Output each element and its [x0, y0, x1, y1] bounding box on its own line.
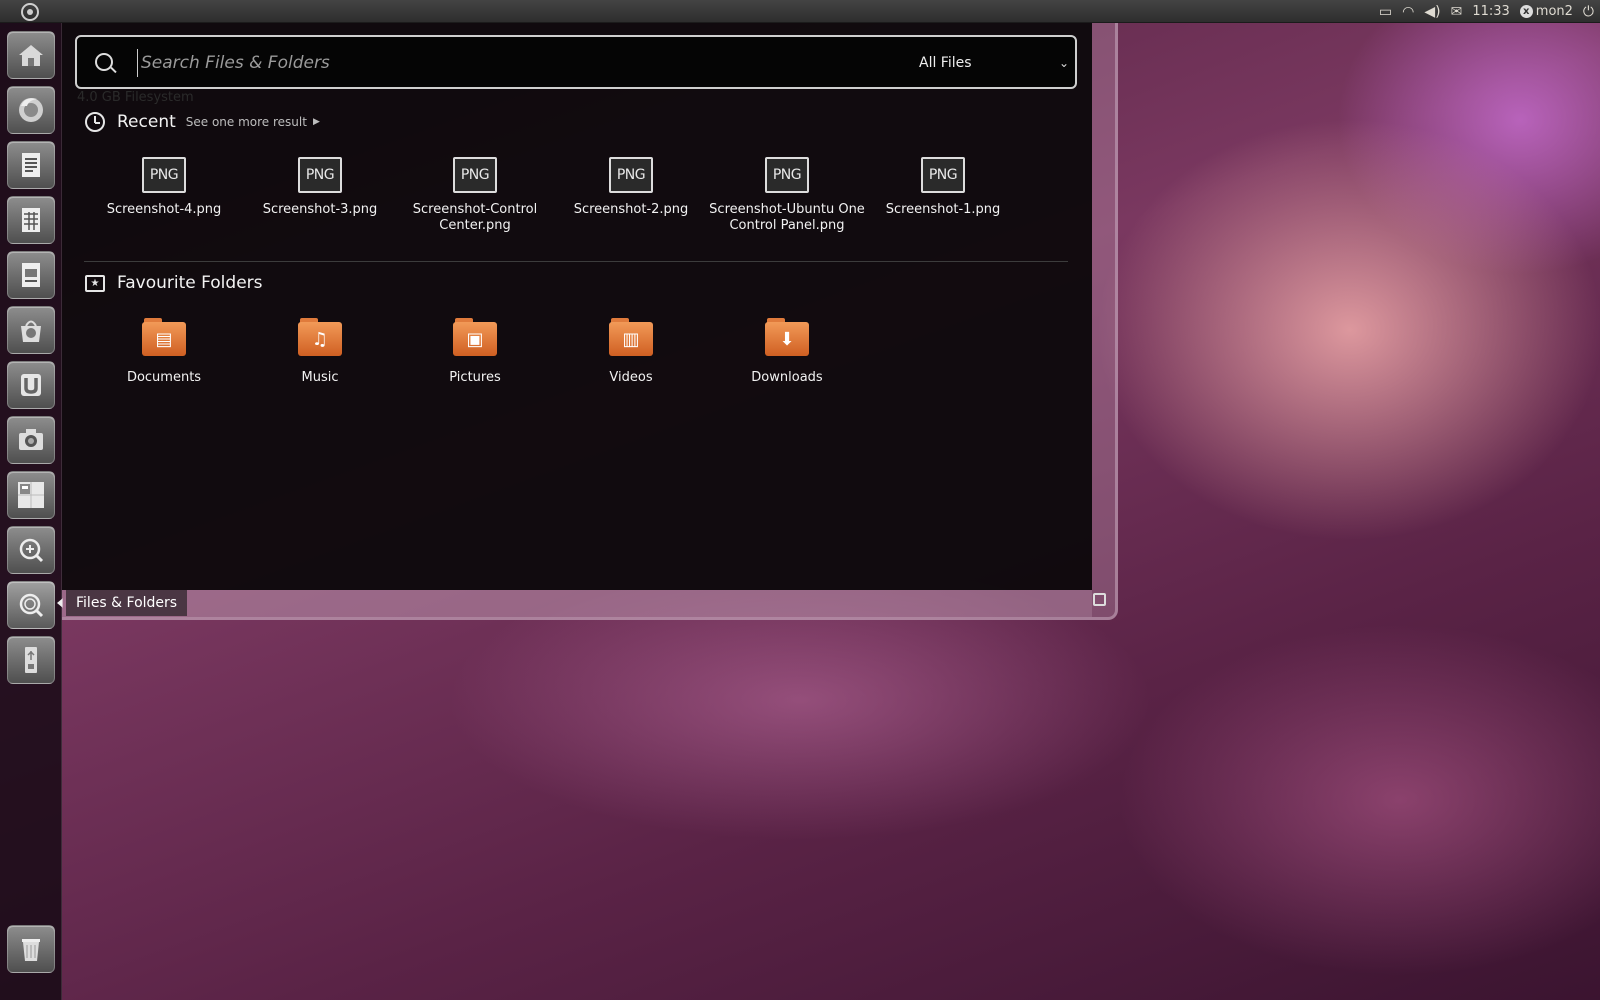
user-status-icon: x — [1519, 5, 1533, 18]
folder-label: Pictures — [449, 370, 501, 385]
home-folder-icon[interactable] — [7, 31, 55, 79]
top-panel: ▭ ◠ ◀) ✉ 11:33 x mon2 ⏻ — [0, 0, 1600, 23]
recent-item-label: Screenshot-1.png — [885, 202, 1001, 217]
recent-item-label: Screenshot-4.png — [106, 202, 222, 217]
workspace-switcher-icon[interactable] — [7, 471, 55, 519]
see-more-link[interactable]: See one more result — [186, 115, 307, 129]
recent-item-label: Screenshot-Control Center.png — [412, 202, 538, 233]
png-file-icon: PNG — [609, 157, 653, 193]
files-folders-lens-icon[interactable] — [7, 581, 55, 629]
filter-selected-value: All Files — [919, 55, 972, 71]
folder-item-pictures[interactable]: ▣ Pictures — [397, 318, 553, 386]
music-folder-icon: ♫ — [298, 318, 342, 356]
favourites-title: Favourite Folders — [117, 273, 263, 293]
favourites-header: ★ Favourite Folders — [85, 273, 263, 293]
libreoffice-calc-icon[interactable] — [7, 196, 55, 244]
recent-item[interactable]: PNG Screenshot-4.png — [86, 157, 242, 218]
recent-item-label: Screenshot-Ubuntu One Control Panel.png — [709, 202, 865, 233]
folder-item-videos[interactable]: ▥ Videos — [553, 318, 709, 386]
folder-item-music[interactable]: ♫ Music — [242, 318, 398, 386]
search-icon — [95, 53, 113, 71]
clock-icon — [85, 112, 105, 132]
usb-drive-icon[interactable] — [7, 636, 55, 684]
indicator-area: ▭ ◠ ◀) ✉ 11:33 x mon2 ⏻ — [1379, 0, 1594, 23]
recent-item-label: Screenshot-3.png — [262, 202, 378, 217]
downloads-folder-icon: ⬇ — [765, 318, 809, 356]
recent-item[interactable]: PNG Screenshot-1.png — [865, 157, 1021, 218]
recent-item[interactable]: PNG Screenshot-Control Center.png — [397, 157, 553, 234]
recent-item[interactable]: PNG Screenshot-2.png — [553, 157, 709, 218]
applications-lens-icon[interactable] — [7, 526, 55, 574]
wifi-icon[interactable]: ◠ — [1402, 5, 1414, 19]
ubuntu-logo-icon[interactable] — [21, 3, 39, 21]
png-file-icon: PNG — [142, 157, 186, 193]
dash-bottom-strip — [62, 590, 1092, 617]
recent-header: Recent See one more result ▶ — [85, 112, 320, 132]
filter-dropdown[interactable]: All Files ⌄ — [919, 49, 1069, 77]
trash-icon[interactable] — [7, 925, 55, 973]
libreoffice-impress-icon[interactable] — [7, 251, 55, 299]
recent-title: Recent — [117, 112, 176, 132]
launcher-tooltip: Files & Folders — [66, 590, 188, 616]
volume-icon[interactable]: ◀) — [1424, 5, 1440, 19]
png-file-icon: PNG — [765, 157, 809, 193]
folder-label: Documents — [126, 370, 202, 385]
screenshot-icon[interactable] — [7, 416, 55, 464]
folder-item-downloads[interactable]: ⬇ Downloads — [709, 318, 865, 386]
documents-folder-icon: ▤ — [142, 318, 186, 356]
arrow-right-icon[interactable]: ▶ — [313, 117, 320, 127]
png-file-icon: PNG — [453, 157, 497, 193]
firefox-icon[interactable] — [7, 86, 55, 134]
resize-handle-icon[interactable] — [1093, 593, 1106, 606]
videos-folder-icon: ▥ — [609, 318, 653, 356]
recent-item[interactable]: PNG Screenshot-3.png — [242, 157, 398, 218]
display-icon[interactable]: ▭ — [1379, 5, 1392, 19]
ubuntu-one-icon[interactable] — [7, 361, 55, 409]
png-file-icon: PNG — [921, 157, 965, 193]
chevron-down-icon: ⌄ — [1058, 56, 1069, 70]
libreoffice-writer-icon[interactable] — [7, 141, 55, 189]
folder-label: Music — [301, 370, 339, 385]
user-name: mon2 — [1535, 4, 1573, 19]
folder-item-documents[interactable]: ▤ Documents — [86, 318, 242, 386]
search-bar: All Files ⌄ — [75, 35, 1077, 89]
png-file-icon: PNG — [298, 157, 342, 193]
folder-label: Downloads — [751, 370, 823, 385]
software-center-icon[interactable] — [7, 306, 55, 354]
recent-item[interactable]: PNG Screenshot-Ubuntu One Control Panel.… — [709, 157, 865, 234]
power-icon[interactable]: ⏻ — [1583, 5, 1594, 19]
pictures-folder-icon: ▣ — [453, 318, 497, 356]
section-divider — [84, 261, 1068, 262]
mail-icon[interactable]: ✉ — [1451, 5, 1463, 19]
launcher — [0, 23, 62, 1000]
dash-panel — [62, 23, 1092, 590]
star-folder-icon: ★ — [85, 274, 105, 292]
clock[interactable]: 11:33 — [1472, 4, 1509, 19]
user-menu[interactable]: x mon2 — [1519, 4, 1573, 19]
search-input[interactable] — [137, 49, 897, 77]
recent-item-label: Screenshot-2.png — [573, 202, 689, 217]
folder-label: Videos — [609, 370, 653, 385]
ghost-filesystem-text: 4.0 GB Filesystem — [77, 90, 194, 105]
